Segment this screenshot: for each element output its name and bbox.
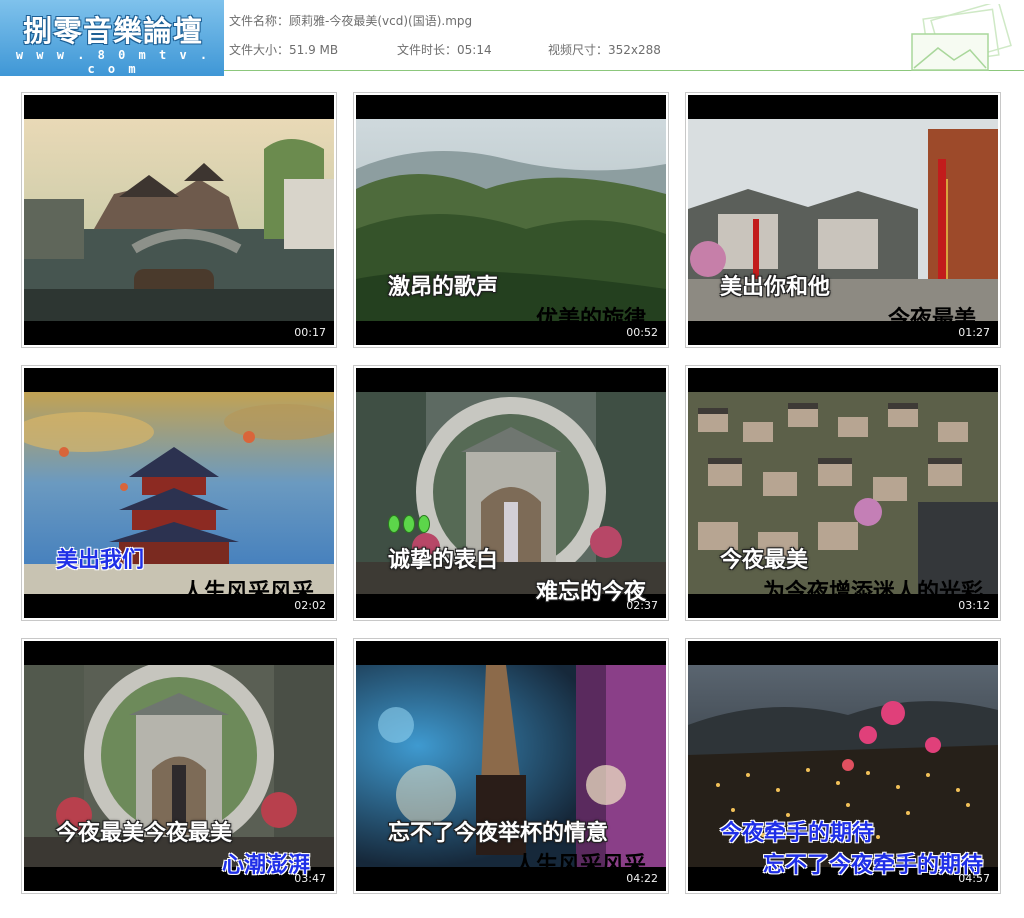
thumbnail-1-image: [24, 119, 334, 321]
timestamp: 04:57: [958, 872, 990, 885]
lyric-line-bottom: 为今夜增添迷人的光彩: [763, 574, 983, 606]
lyric-highlight: 为今夜增添迷: [763, 580, 896, 605]
picture-frames-icon: [911, 4, 1012, 71]
video-resolution-label: 视频尺寸：352x288: [548, 43, 661, 57]
lyric-line-top: 诚挚的表白: [388, 548, 499, 573]
timestamp: 03:47: [294, 872, 326, 885]
timestamp: 00:17: [294, 326, 326, 339]
thumbnail-2[interactable]: 激昂的歌声 优美的旋律 00:52: [353, 92, 669, 348]
lyric-line-top: 忘不了今夜举杯的情意: [388, 821, 609, 846]
lyric-line-top: 美出我们: [56, 548, 145, 573]
lyric-line-top: 今夜最美: [720, 548, 809, 573]
lyric-line-top: 激昂的歌声: [388, 275, 499, 300]
lyric-line-top: 今夜牵手的期待: [720, 821, 875, 846]
thumbnail-4[interactable]: 美出我们 人生风采风采 02:02: [21, 365, 337, 621]
logo-url: w w w . 8 0 m t v . c o m: [15, 48, 211, 76]
lyric-line-top: 美出你和他: [720, 275, 831, 300]
timestamp: 00:52: [626, 326, 658, 339]
thumbnail-9[interactable]: 今夜牵手的期待 忘不了今夜牵手的期待 04:57: [685, 638, 1001, 894]
file-duration-label: 文件时长：05:14: [397, 43, 492, 57]
file-name-label: 文件名称：顾莉雅-今夜最美(vcd)(国语).mpg: [229, 14, 473, 28]
lyric-highlight: 人生风: [182, 580, 249, 605]
lyric-highlight: 优美的: [536, 307, 603, 332]
timestamp: 02:37: [626, 599, 658, 612]
lyric-countdown-icon: [388, 515, 433, 537]
lyric-highlight: 人生风采风: [514, 853, 625, 878]
lyric-line-top: 今夜最美今夜最美: [56, 821, 233, 846]
thumbnail-1[interactable]: 00:17: [21, 92, 337, 348]
thumbnail-5[interactable]: 诚挚的表白 难忘的今夜 02:37: [353, 365, 669, 621]
file-size-label: 文件大小：51.9 MB: [229, 43, 339, 57]
thumbnail-7[interactable]: 今夜最美今夜最美 心潮澎湃 03:47: [21, 638, 337, 894]
thumbnail-8[interactable]: 忘不了今夜举杯的情意 人生风采风采 04:22: [353, 638, 669, 894]
timestamp: 02:02: [294, 599, 326, 612]
logo-title: 捌零音樂論壇: [22, 14, 203, 48]
timestamp: 04:22: [626, 872, 658, 885]
lyric-line-bottom: 忘不了今夜牵手的期待: [763, 853, 984, 878]
timestamp: 01:27: [958, 326, 990, 339]
thumbnail-6[interactable]: 今夜最美 为今夜增添迷人的光彩 03:12: [685, 365, 1001, 621]
thumbnail-3[interactable]: 美出你和他 今夜最美 01:27: [685, 92, 1001, 348]
site-logo: 捌零音樂論壇 w w w . 8 0 m t v . c o m: [0, 0, 224, 76]
timestamp: 03:12: [958, 599, 990, 612]
